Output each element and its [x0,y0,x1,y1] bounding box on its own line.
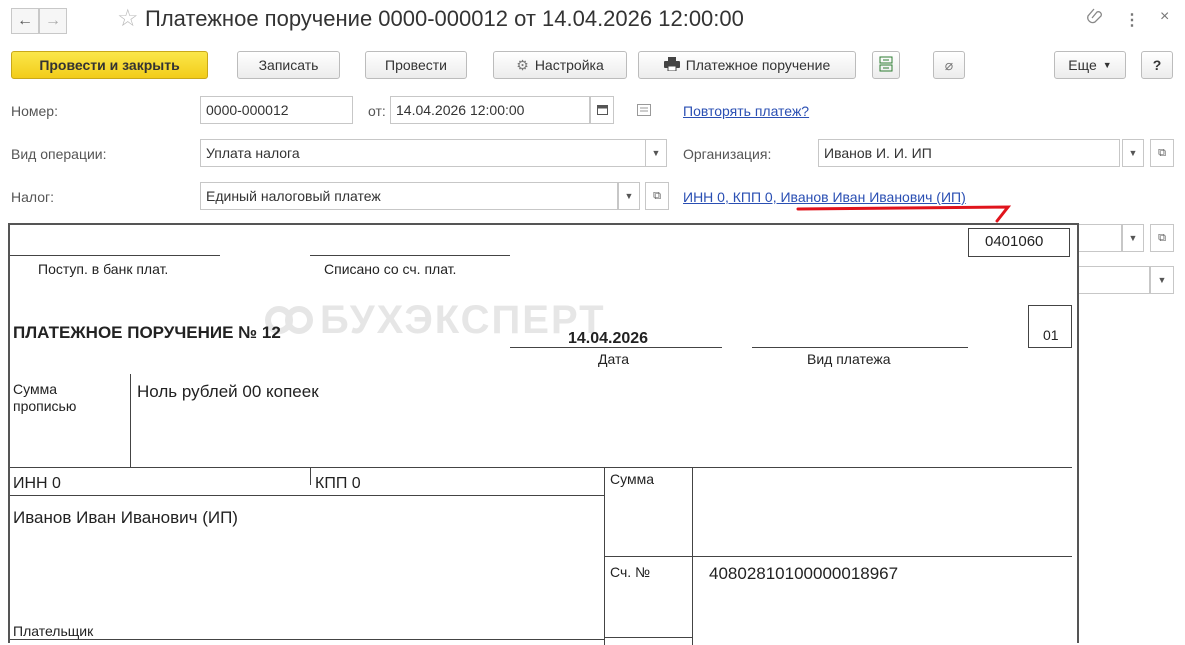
chevron-down-icon: ▼ [624,191,634,201]
number-field[interactable]: 0000-000012 [200,96,353,124]
account-value: 40802810100000018967 [709,564,899,583]
operation-select[interactable]: Уплата налога [200,139,646,167]
debited-label: Списано со сч. плат. [324,261,457,277]
organization-dropdown-button[interactable]: ▼ [1122,139,1144,167]
chevron-down-icon: ▼ [1102,60,1112,70]
open-form-icon: ⧉ [1158,146,1166,159]
window-title: Платежное поручение 0000-000012 от 14.04… [145,6,744,31]
save-button[interactable]: Записать [237,51,340,79]
favorite-star-icon[interactable]: ☆ [117,4,139,33]
account-label: Сч. № [610,564,651,580]
arrow-left-icon: ← [17,12,33,29]
chevron-down-icon: ▼ [1128,148,1138,158]
settings-button[interactable]: ⚙ Настройка [493,51,627,79]
payment-type-caption: Вид платежа [807,351,891,367]
date-field[interactable]: 14.04.2026 12:00:00 [390,96,590,124]
open-form-icon: ⧉ [1158,231,1166,244]
hidden-field-2-dropdown[interactable]: ▼ [1150,266,1174,294]
sum-label: Сумма [610,471,654,487]
settings-label: Настройка [534,57,604,73]
inn-value: ИНН 0 [13,475,61,492]
more-button[interactable]: Еще ▼ [1054,51,1126,79]
hidden-field-1[interactable] [1075,224,1122,252]
red-underline-annotation [796,205,1012,223]
payer-name: Иванов Иван Иванович (ИП) [13,508,238,527]
status-code: 01 [1043,327,1059,343]
printer-icon [663,56,680,74]
arrow-right-icon: → [45,12,61,29]
payer-label: Плательщик [13,623,94,639]
repeat-payment-link[interactable]: Повторять платеж? [683,103,809,119]
hidden-field-1-open[interactable]: ⧉ [1150,224,1174,252]
chevron-down-icon: ▼ [1157,275,1167,285]
open-form-icon: ⧉ [653,189,661,202]
post-button[interactable]: Провести [365,51,467,79]
sum-in-words-value: Ноль рублей 00 копеек [137,382,319,401]
document-heading: ПЛАТЕЖНОЕ ПОРУЧЕНИЕ № 12 [13,323,281,342]
form-code: 0401060 [985,233,1044,250]
document-date: 14.04.2026 [568,330,649,347]
comment-icon[interactable] [637,103,651,119]
organization-label: Организация: [683,146,772,162]
structure-icon [879,56,893,75]
gear-icon: ⚙ [516,56,529,73]
organization-field[interactable]: Иванов И. И. ИП [818,139,1120,167]
chevron-down-icon: ▼ [1128,233,1138,243]
operation-label: Вид операции: [11,146,107,162]
close-icon[interactable]: × [1160,8,1169,26]
hidden-field-2[interactable] [1075,266,1150,294]
date-label: от: [368,103,386,119]
forward-button[interactable]: → [39,8,67,34]
more-icon[interactable]: ⋮ [1124,10,1140,30]
more-label: Еще [1068,57,1097,73]
structure-button[interactable] [872,51,900,79]
attach-button[interactable]: ⌀ [933,51,965,79]
print-label: Платежное поручение [685,57,831,73]
kpp-value: КПП 0 [315,475,361,492]
paperclip-icon: ⌀ [944,56,954,73]
tax-label: Налог: [11,189,55,205]
link-icon[interactable] [1085,6,1103,31]
organization-open-button[interactable]: ⧉ [1150,139,1174,167]
post-and-close-button[interactable]: Провести и закрыть [11,51,208,79]
date-caption: Дата [598,351,630,367]
calendar-icon [596,104,608,117]
operation-dropdown-button[interactable]: ▼ [645,139,667,167]
print-payment-order-button[interactable]: Платежное поручение [638,51,856,79]
hidden-field-1-dropdown[interactable]: ▼ [1122,224,1144,252]
watermark: БУХЭКСПЕРТ [320,298,606,342]
tax-field[interactable]: Единый налоговый платеж [200,182,618,210]
chevron-down-icon: ▼ [651,148,661,158]
calendar-button[interactable] [590,96,614,124]
tax-dropdown-button[interactable]: ▼ [618,182,640,210]
tax-open-button[interactable]: ⧉ [645,182,669,210]
sum-in-words-label: Сумма прописью [13,381,77,414]
back-button[interactable]: ← [11,8,39,34]
received-in-bank-label: Поступ. в банк плат. [38,261,169,277]
help-button[interactable]: ? [1141,51,1173,79]
number-label: Номер: [11,103,58,119]
payment-order-print-preview: БУХЭКСПЕРТ Поступ. в банк плат. Списано … [8,223,1079,645]
